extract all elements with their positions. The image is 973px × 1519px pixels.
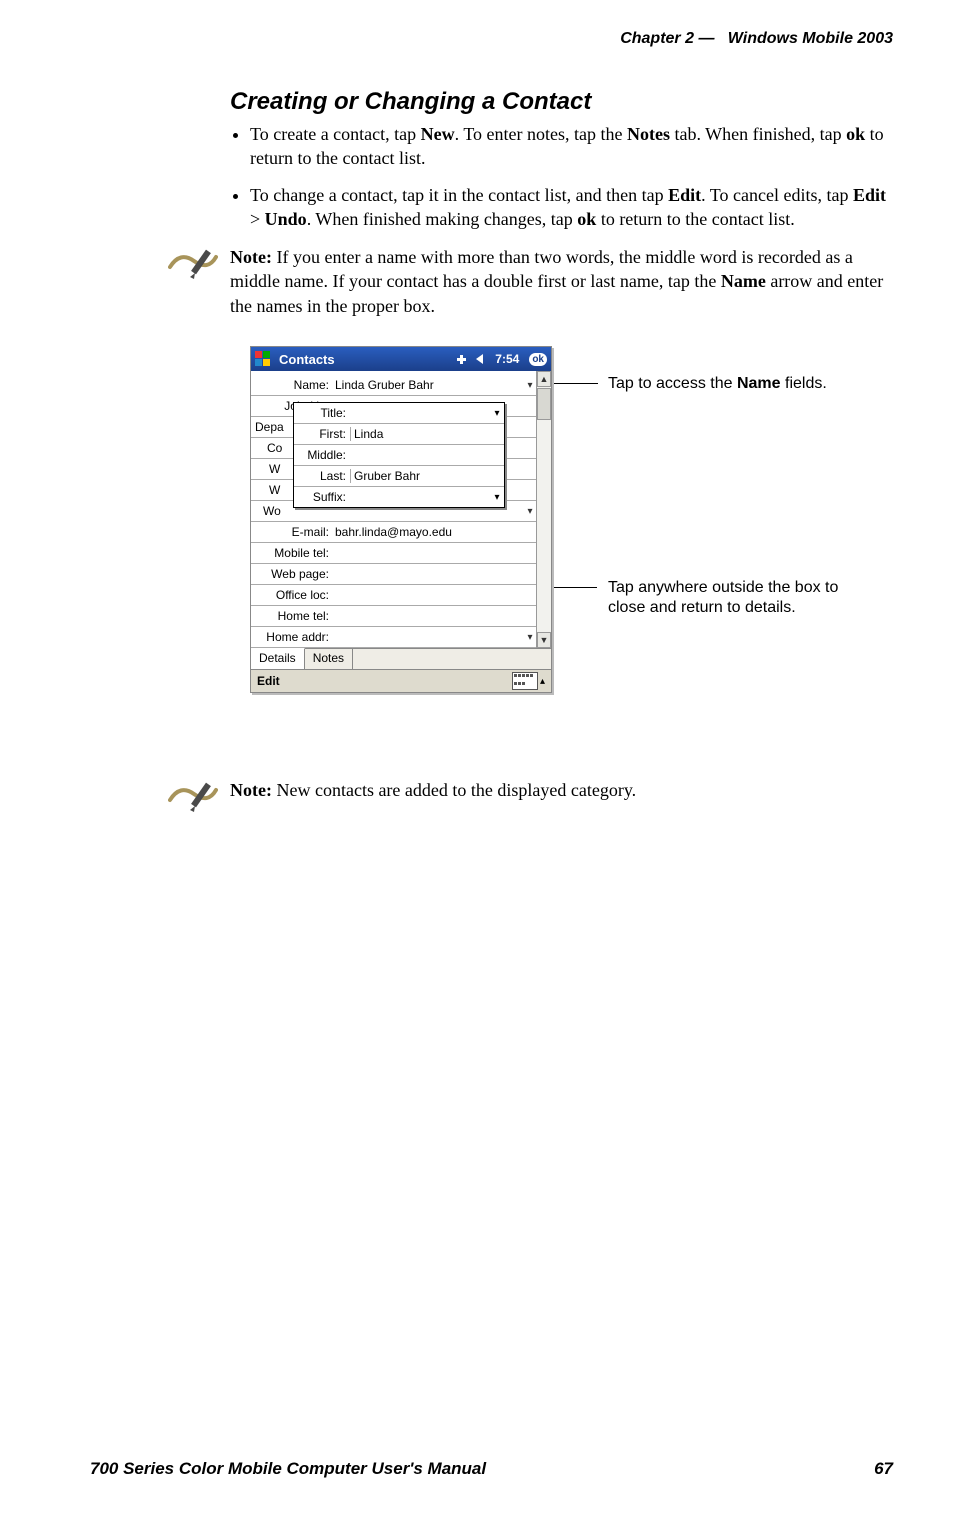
dropdown-arrow-icon[interactable]: ▾ [523,506,537,517]
popup-label: Last: [294,469,350,483]
footer-manual-title: 700 Series Color Mobile Computer User's … [90,1459,486,1479]
popup-label: First: [294,427,350,441]
chapter-label: Chapter 2 [620,30,694,47]
field-row-officeloc[interactable]: Office loc: [251,585,537,606]
name-popup: Title: ▾ First: Linda Middle: [293,402,505,508]
edit-menu[interactable]: Edit [257,674,280,688]
callout-text: Tap to access the Name fields. [608,374,868,394]
volume-icon[interactable] [475,352,489,366]
form-area: Name: Linda Gruber Bahr ▾ Job title: Dep… [251,371,551,648]
start-flag-icon[interactable] [255,351,273,367]
footer-page-number: 67 [874,1459,893,1479]
field-row-email[interactable]: E-mail: bahr.linda@mayo.edu [251,522,537,543]
clock-time: 7:54 [495,352,519,366]
pocketpc-window: Contacts 7:54 ok Name: Linda Gruber Bahr… [250,346,552,693]
field-row-name[interactable]: Name: Linda Gruber Bahr ▾ [251,375,537,396]
list-item: To change a contact, tap it in the conta… [250,183,893,232]
header-sep: — [698,30,714,47]
note-pencil-icon [168,780,218,823]
dropdown-arrow-icon[interactable]: ▾ [490,492,504,503]
scroll-up-button[interactable]: ▲ [537,371,551,387]
field-row-webpage[interactable]: Web page: [251,564,537,585]
field-label: E-mail: [251,525,333,539]
field-row-homeaddr[interactable]: Home addr: ▾ [251,627,537,648]
field-row-hometel[interactable]: Home tel: [251,606,537,627]
callout-text: Tap anywhere outside the box to close an… [608,578,868,618]
note-block: Note: If you enter a name with more than… [168,245,893,318]
field-label: Name: [251,378,333,392]
dropdown-arrow-icon[interactable]: ▾ [490,408,504,419]
popup-value[interactable]: Gruber Bahr [350,469,504,483]
sip-up-arrow-icon[interactable]: ▴ [540,676,545,687]
popup-label: Suffix: [294,490,350,504]
popup-row-middle[interactable]: Middle: [294,445,504,466]
dropdown-arrow-icon[interactable]: ▾ [523,632,537,643]
connectivity-icon[interactable] [455,352,469,366]
field-value[interactable]: Linda Gruber Bahr [333,378,523,392]
running-header: Chapter 2 — Windows Mobile 2003 [90,30,893,48]
ok-button[interactable]: ok [529,353,547,366]
popup-value[interactable]: Linda [350,427,504,441]
field-label: Home tel: [251,609,333,623]
field-label: Home addr: [251,630,333,644]
popup-row-first[interactable]: First: Linda [294,424,504,445]
title-bar: Contacts 7:54 ok [251,347,551,371]
section-heading: Creating or Changing a Contact [230,88,893,116]
note-block: Note: New contacts are added to the disp… [168,778,893,823]
scroll-down-button[interactable]: ▼ [537,632,551,648]
page-footer: 700 Series Color Mobile Computer User's … [90,1459,893,1479]
popup-row-suffix[interactable]: Suffix: ▾ [294,487,504,507]
app-title: Contacts [279,352,449,367]
dropdown-arrow-icon[interactable]: ▾ [523,380,537,391]
note-pencil-icon [168,247,218,290]
popup-label: Middle: [294,448,350,462]
note-text: Note: New contacts are added to the disp… [230,778,636,802]
scroll-thumb[interactable] [537,388,551,420]
tab-details[interactable]: Details [251,648,305,669]
figure: Tap to access the Name fields. Tap anywh… [250,346,893,746]
field-value[interactable]: bahr.linda@mayo.edu [333,525,537,539]
popup-label: Title: [294,406,350,420]
vertical-scrollbar[interactable]: ▲ ▼ [536,371,551,648]
header-title-text: Windows Mobile 2003 [728,30,893,47]
header-title [719,30,728,47]
command-bar: Edit ▴ [251,669,551,692]
field-label: Office loc: [251,588,333,602]
popup-row-title[interactable]: Title: ▾ [294,403,504,424]
note-text: Note: If you enter a name with more than… [230,245,893,318]
tabs-bar: Details Notes [251,648,551,669]
keyboard-icon[interactable] [512,672,538,690]
field-row-mobile[interactable]: Mobile tel: [251,543,537,564]
tab-notes[interactable]: Notes [305,649,353,669]
field-label: Mobile tel: [251,546,333,560]
popup-row-last[interactable]: Last: Gruber Bahr [294,466,504,487]
list-item: To create a contact, tap New. To enter n… [250,122,893,171]
instruction-list: To create a contact, tap New. To enter n… [230,122,893,231]
field-label: Web page: [251,567,333,581]
